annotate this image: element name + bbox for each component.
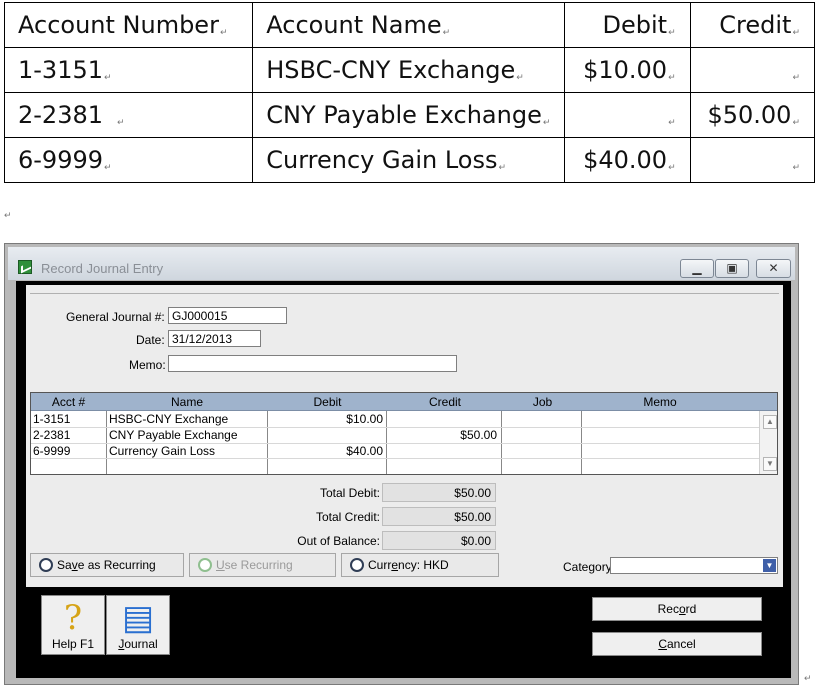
help-label: Help F1 <box>51 637 95 651</box>
row1-acct[interactable]: 1-3151 <box>33 412 70 426</box>
paragraph-mark: ↵ <box>804 673 812 683</box>
use-recurring-button[interactable]: Use Recurring <box>189 553 336 577</box>
col-debit: Debit <box>313 395 342 409</box>
cell-credit: ↵ <box>689 137 815 183</box>
row2-credit[interactable]: $50.00 <box>389 428 497 442</box>
journal-lines-grid: Acct # Name Debit Credit Job Memo 1-3151… <box>30 392 778 475</box>
record-journal-entry-window: Record Journal Entry ▁ ▣ ✕ General Journ… <box>4 243 799 685</box>
cell-debit: $40.00↵ <box>564 137 691 183</box>
help-button[interactable]: ? Help F1 <box>41 595 105 655</box>
general-journal-field[interactable]: GJ000015 <box>168 307 287 324</box>
date-label: Date: <box>136 333 165 347</box>
app-icon <box>18 260 32 274</box>
scroll-down-icon[interactable]: ▼ <box>763 457 777 471</box>
divider <box>30 293 779 294</box>
grid-header: Acct # Name Debit Credit Job Memo <box>31 393 777 411</box>
scroll-up-icon[interactable]: ▲ <box>763 415 777 429</box>
cell-acct: 2-2381 ↵ <box>3 92 254 138</box>
total-debit-value: $50.00 <box>382 483 496 502</box>
window-title: Record Journal Entry <box>41 261 164 276</box>
account-summary-table: Account Number↵ Account Name↵ Debit↵ Cre… <box>3 2 815 183</box>
journal-button[interactable]: ▤ Journal <box>106 595 170 655</box>
header-account-name: Account Name↵ <box>252 2 566 48</box>
row1-debit[interactable]: $10.00 <box>271 412 383 426</box>
close-icon[interactable]: ✕ <box>756 259 791 278</box>
row-divider <box>31 458 759 459</box>
cell-debit: ↵ <box>564 92 691 138</box>
out-of-balance-label: Out of Balance: <box>297 534 380 548</box>
help-icon: ? <box>63 598 83 638</box>
cell-acct: 1-3151↵ <box>3 47 254 93</box>
table-row: 1-3151↵ HSBC-CNY Exchange↵ $10.00↵ ↵ <box>3 47 815 93</box>
title-bar[interactable]: Record Journal Entry ▁ ▣ ✕ <box>8 247 795 280</box>
row2-name[interactable]: CNY Payable Exchange <box>109 428 238 442</box>
row3-acct[interactable]: 6-9999 <box>33 444 70 458</box>
total-credit-label: Total Credit: <box>315 510 380 524</box>
memo-field[interactable] <box>168 355 457 372</box>
memo-label: Memo: <box>129 358 166 372</box>
grid-scrollbar[interactable]: ▲ ▼ <box>759 411 777 474</box>
cell-name: Currency Gain Loss↵ <box>252 137 566 183</box>
minimize-icon[interactable]: ▁ <box>680 259 714 278</box>
table-row: 6-9999↵ Currency Gain Loss↵ $40.00↵ ↵ <box>3 137 815 183</box>
save-as-recurring-button[interactable]: Save as Recurring <box>30 553 184 577</box>
window-content: General Journal #: GJ000015 Date: 31/12/… <box>16 281 791 678</box>
journal-panel: General Journal #: GJ000015 Date: 31/12/… <box>26 285 783 587</box>
table-header-row: Account Number↵ Account Name↵ Debit↵ Cre… <box>3 2 815 48</box>
col-job: Job <box>532 395 553 409</box>
header-account-number: Account Number↵ <box>3 2 254 48</box>
currency-icon <box>350 558 364 572</box>
total-credit-value: $50.00 <box>382 507 496 526</box>
save-recurring-icon <box>39 558 53 572</box>
row3-debit[interactable]: $40.00 <box>271 444 383 458</box>
row3-name[interactable]: Currency Gain Loss <box>109 444 215 458</box>
category-label: Category: <box>563 560 616 574</box>
currency-button[interactable]: Currency: HKD <box>341 553 499 577</box>
cell-debit: $10.00↵ <box>564 47 691 93</box>
cell-acct: 6-9999↵ <box>3 137 254 183</box>
date-field[interactable]: 31/12/2013 <box>168 330 261 347</box>
total-debit-label: Total Debit: <box>319 486 380 500</box>
row1-name[interactable]: HSBC-CNY Exchange <box>109 412 228 426</box>
header-credit: Credit↵ <box>689 2 815 48</box>
journal-icon: ▤ <box>121 599 155 637</box>
cell-credit: ↵ <box>689 47 815 93</box>
row2-acct[interactable]: 2-2381 <box>33 428 70 442</box>
header-debit: Debit↵ <box>564 2 691 48</box>
table-row: 2-2381 ↵ CNY Payable Exchange↵ ↵ $50.00↵ <box>3 92 815 138</box>
col-credit: Credit <box>428 395 461 409</box>
record-button[interactable]: Record <box>592 597 762 621</box>
col-memo: Memo <box>643 395 677 409</box>
cancel-button[interactable]: Cancel <box>592 632 762 656</box>
cell-credit: $50.00↵ <box>689 92 815 138</box>
maximize-icon[interactable]: ▣ <box>715 259 749 278</box>
out-of-balance-value: $0.00 <box>382 531 496 550</box>
paragraph-mark: ↵ <box>4 210 12 220</box>
use-recurring-icon <box>198 558 212 572</box>
category-select[interactable]: ▼ <box>610 557 778 574</box>
journal-label: Journal <box>118 637 158 651</box>
general-journal-label: General Journal #: <box>66 310 165 324</box>
cell-name: HSBC-CNY Exchange↵ <box>252 47 566 93</box>
col-acct: Acct # <box>51 395 86 409</box>
cell-name: CNY Payable Exchange↵ <box>252 92 566 138</box>
col-name: Name <box>170 395 203 409</box>
dropdown-icon[interactable]: ▼ <box>763 559 776 572</box>
